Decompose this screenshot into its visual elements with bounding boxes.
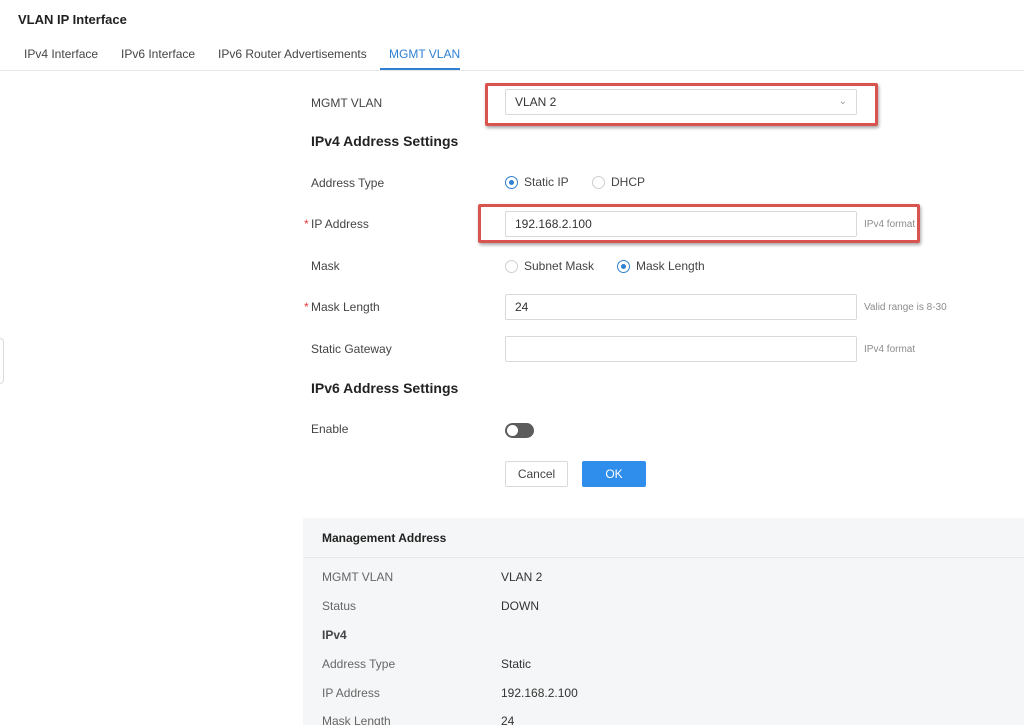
radio-mask-length-label: Mask Length — [636, 259, 705, 273]
mgmt-row-value: 24 — [501, 714, 515, 725]
mgmt-row-key: Mask Length — [322, 714, 391, 725]
active-tab-indicator — [380, 68, 460, 70]
mask-length-label: * Mask Length — [304, 300, 380, 314]
mgmt-row-key: Address Type — [322, 657, 396, 671]
radio-static-ip-dot — [505, 175, 518, 189]
address-type-label: Address Type — [311, 176, 385, 190]
page-title: VLAN IP Interface — [18, 12, 127, 27]
mgmt-row-key: IP Address — [322, 686, 380, 700]
mgmt-row-value: 192.168.2.100 — [501, 686, 578, 700]
ok-button[interactable]: OK — [582, 461, 646, 487]
ip-address-highlight — [478, 204, 920, 243]
radio-dhcp-label: DHCP — [611, 175, 646, 189]
mask-length-input[interactable]: 24 — [505, 294, 857, 320]
mgmt-vlan-highlight — [485, 83, 878, 126]
mgmt-row-value: DOWN — [501, 599, 539, 613]
static-gateway-input[interactable] — [505, 336, 857, 362]
mgmt-row-key: MGMT VLAN — [322, 570, 394, 584]
toggle-knob — [507, 425, 518, 436]
tab-bar: IPv4 Interface IPv6 Interface IPv6 Route… — [0, 38, 1024, 71]
management-address-panel: Management Address MGMT VLAN VLAN 2 Stat… — [303, 518, 1024, 725]
radio-static-ip-label: Static IP — [524, 175, 569, 189]
radio-dhcp-dot — [592, 175, 605, 189]
ip-address-label-text: IP Address — [311, 217, 369, 231]
radio-dhcp[interactable]: DHCP — [592, 175, 645, 189]
ipv6-section-title: IPv6 Address Settings — [311, 380, 459, 396]
required-marker: * — [304, 217, 309, 231]
radio-subnet-mask[interactable]: Subnet Mask — [505, 259, 594, 273]
management-address-header: Management Address — [303, 518, 1024, 558]
enable-toggle[interactable] — [505, 423, 534, 438]
required-marker: * — [304, 300, 309, 314]
radio-subnet-mask-dot — [505, 259, 518, 273]
ipv4-section-title: IPv4 Address Settings — [311, 133, 459, 149]
cancel-button[interactable]: Cancel — [505, 461, 568, 487]
management-address-title: Management Address — [322, 531, 447, 545]
ip-address-label: * IP Address — [304, 217, 369, 231]
radio-mask-length-dot — [617, 259, 630, 273]
enable-label: Enable — [311, 422, 349, 436]
radio-subnet-mask-label: Subnet Mask — [524, 259, 595, 273]
sidebar-collapse-handle[interactable] — [0, 338, 4, 384]
tab-mgmt-vlan[interactable]: MGMT VLAN — [389, 47, 460, 61]
mask-length-value: 24 — [515, 300, 529, 314]
mgmt-row-key: Status — [322, 599, 357, 613]
mask-label: Mask — [311, 259, 340, 273]
mgmt-ipv4-subheading: IPv4 — [322, 628, 347, 642]
mgmt-vlan-label: MGMT VLAN — [311, 96, 383, 110]
radio-mask-length[interactable]: Mask Length — [617, 259, 705, 273]
mgmt-row-value: Static — [501, 657, 532, 671]
mask-length-hint: Valid range is 8-30 — [864, 302, 947, 313]
static-gateway-label: Static Gateway — [311, 342, 392, 356]
radio-static-ip[interactable]: Static IP — [505, 175, 569, 189]
tab-ipv6-router-advertisements[interactable]: IPv6 Router Advertisements — [218, 47, 367, 61]
mgmt-row-value: VLAN 2 — [501, 570, 543, 584]
tab-ipv4-interface[interactable]: IPv4 Interface — [24, 47, 98, 61]
static-gateway-hint: IPv4 format — [864, 344, 916, 355]
tab-ipv6-interface[interactable]: IPv6 Interface — [121, 47, 195, 61]
mask-length-label-text: Mask Length — [311, 300, 380, 314]
